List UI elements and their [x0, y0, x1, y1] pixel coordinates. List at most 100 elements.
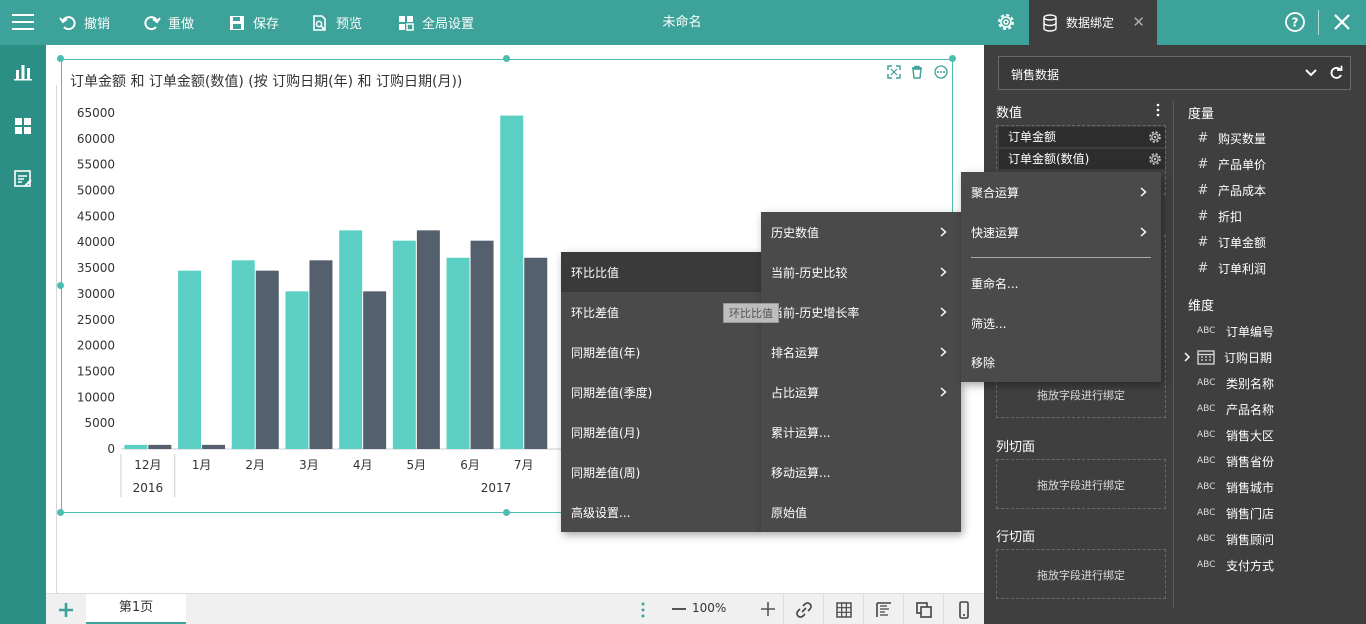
dimension-field[interactable]: ABC 销售城市: [1197, 477, 1274, 497]
zoom-level: 100%: [692, 601, 727, 615]
x-tick-label: 6月: [460, 458, 480, 472]
menu-item-remove[interactable]: 移除: [961, 342, 1161, 382]
menu-item-raw-value[interactable]: 原始值: [761, 492, 961, 532]
measure-field[interactable]: # 订单利润: [1197, 258, 1266, 278]
grid-button[interactable]: [823, 594, 863, 624]
menu-item-moving-calc[interactable]: 移动运算...: [761, 452, 961, 492]
add-page-button[interactable]: [46, 594, 86, 624]
settings-gear-icon[interactable]: [995, 11, 1017, 33]
layer-button[interactable]: [903, 594, 943, 624]
x-tick-label: 4月: [353, 458, 373, 472]
y-tick-label: 45000: [77, 209, 115, 223]
dimension-label: 订单编号: [1226, 324, 1275, 339]
dimension-label: 销售顾问: [1226, 532, 1275, 547]
close-tab-icon[interactable]: ✕: [1132, 13, 1145, 31]
toolbar-divider: [1318, 10, 1319, 35]
dimension-label: 销售省份: [1226, 454, 1275, 469]
undo-label: 撤销: [84, 17, 111, 32]
x-tick-label: 7月: [514, 458, 534, 472]
chevron-right-icon: [940, 347, 947, 357]
menu-item-rename[interactable]: 重命名...: [961, 263, 1161, 303]
resize-handle[interactable]: [57, 509, 64, 516]
resize-handle[interactable]: [949, 55, 956, 62]
expand-icon[interactable]: [887, 65, 901, 79]
measure-field[interactable]: # 折扣: [1197, 206, 1242, 226]
menu-item-yoy-quarter[interactable]: 同期差值(季度): [561, 372, 761, 412]
menu-item-advanced-settings[interactable]: 高级设置...: [561, 492, 761, 532]
menu-item-mom-ratio[interactable]: 环比比值: [561, 252, 761, 292]
dimension-field[interactable]: ABC 销售大区: [1197, 425, 1274, 445]
menu-item-history-value[interactable]: 历史数值: [761, 212, 961, 252]
dimension-field[interactable]: ABC 订单编号: [1197, 321, 1274, 341]
preview-icon: [313, 14, 326, 31]
hamburger-menu-icon[interactable]: [12, 12, 34, 32]
save-button[interactable]: 保存: [228, 0, 279, 45]
menu-item-yoy-week[interactable]: 同期差值(周): [561, 452, 761, 492]
dimension-field[interactable]: ABC 支付方式: [1197, 555, 1274, 575]
vertical-dots-icon[interactable]: [1154, 103, 1162, 117]
redo-button[interactable]: 重做: [143, 0, 194, 45]
delete-icon[interactable]: [910, 65, 924, 79]
preview-button[interactable]: 预览: [311, 0, 362, 45]
value-field-item[interactable]: 订单金额(数值): [999, 149, 1165, 169]
dimension-field[interactable]: ABC 销售门店: [1197, 503, 1274, 523]
zoom-out-button[interactable]: [672, 608, 686, 610]
ruler-button[interactable]: [863, 594, 903, 624]
menu-item-rank-calc[interactable]: 排名运算: [761, 332, 961, 372]
chart-icon[interactable]: [13, 62, 33, 82]
dimension-field[interactable]: ABC 销售顾问: [1197, 529, 1274, 549]
measure-field[interactable]: # 订单金额: [1197, 232, 1266, 252]
global-settings-button[interactable]: 全局设置: [397, 0, 474, 45]
measure-field[interactable]: # 购买数量: [1197, 128, 1266, 148]
menu-item-yoy-month[interactable]: 同期差值(月): [561, 412, 761, 452]
measure-label: 产品成本: [1218, 183, 1267, 198]
resize-handle[interactable]: [503, 509, 510, 516]
menu-item-percent-calc[interactable]: 占比运算: [761, 372, 961, 412]
bar-amount-value: [363, 291, 387, 449]
dimension-field[interactable]: 订购日期: [1197, 347, 1272, 367]
menu-item-current-history-compare[interactable]: 当前-历史比较: [761, 252, 961, 292]
report-edit-icon[interactable]: [13, 169, 33, 189]
menu-item-aggregate[interactable]: 聚合运算: [961, 172, 1161, 212]
dimensions-title: 维度: [1188, 299, 1215, 314]
zoom-in-button[interactable]: [760, 600, 776, 618]
measure-field[interactable]: # 产品成本: [1197, 180, 1266, 200]
refresh-icon[interactable]: [1329, 65, 1343, 81]
gear-icon[interactable]: [1148, 130, 1162, 144]
menu-item-filter[interactable]: 筛选...: [961, 303, 1161, 343]
column-slicer-title: 列切面: [996, 440, 1036, 455]
close-icon[interactable]: [1331, 11, 1353, 33]
more-options-icon[interactable]: [934, 65, 948, 79]
menu-item-yoy-year[interactable]: 同期差值(年): [561, 332, 761, 372]
data-binding-tab[interactable]: 数据绑定 ✕: [1029, 0, 1157, 45]
bar-amount: [339, 230, 363, 449]
datasource-select[interactable]: 销售数据: [998, 56, 1351, 90]
mobile-view-button[interactable]: [943, 594, 983, 624]
dimension-label: 销售城市: [1226, 480, 1275, 495]
dimension-field[interactable]: ABC 销售省份: [1197, 451, 1274, 471]
dimension-field[interactable]: ABC 产品名称: [1197, 399, 1274, 419]
menu-item-cumulative-calc[interactable]: 累计运算...: [761, 412, 961, 452]
gear-icon[interactable]: [1148, 152, 1162, 166]
vertical-dots-icon[interactable]: [636, 600, 650, 620]
redo-icon: [144, 15, 161, 30]
menu-item-quick-calc[interactable]: 快速运算: [961, 212, 1161, 252]
help-icon[interactable]: ?: [1284, 11, 1306, 33]
menu-item-current-history-growth[interactable]: 当前-历史增长率: [761, 292, 961, 332]
bar-amount: [392, 240, 416, 449]
undo-button[interactable]: 撤销: [59, 0, 110, 45]
resize-handle[interactable]: [57, 55, 64, 62]
dimension-field[interactable]: ABC 类别名称: [1197, 373, 1274, 393]
resize-handle[interactable]: [503, 55, 510, 62]
chevron-right-icon[interactable]: [1183, 352, 1191, 362]
y-tick-label: 25000: [77, 313, 115, 327]
dashboard-icon[interactable]: [13, 116, 33, 136]
save-label: 保存: [253, 17, 280, 32]
measure-field[interactable]: # 产品单价: [1197, 154, 1266, 174]
value-field-item[interactable]: 订单金额: [999, 127, 1165, 147]
page-tab[interactable]: 第1页: [86, 594, 186, 624]
redo-label: 重做: [168, 17, 195, 32]
bar-amount: [446, 257, 470, 449]
text-type-icon: ABC: [1197, 430, 1216, 440]
link-button[interactable]: [783, 594, 823, 624]
